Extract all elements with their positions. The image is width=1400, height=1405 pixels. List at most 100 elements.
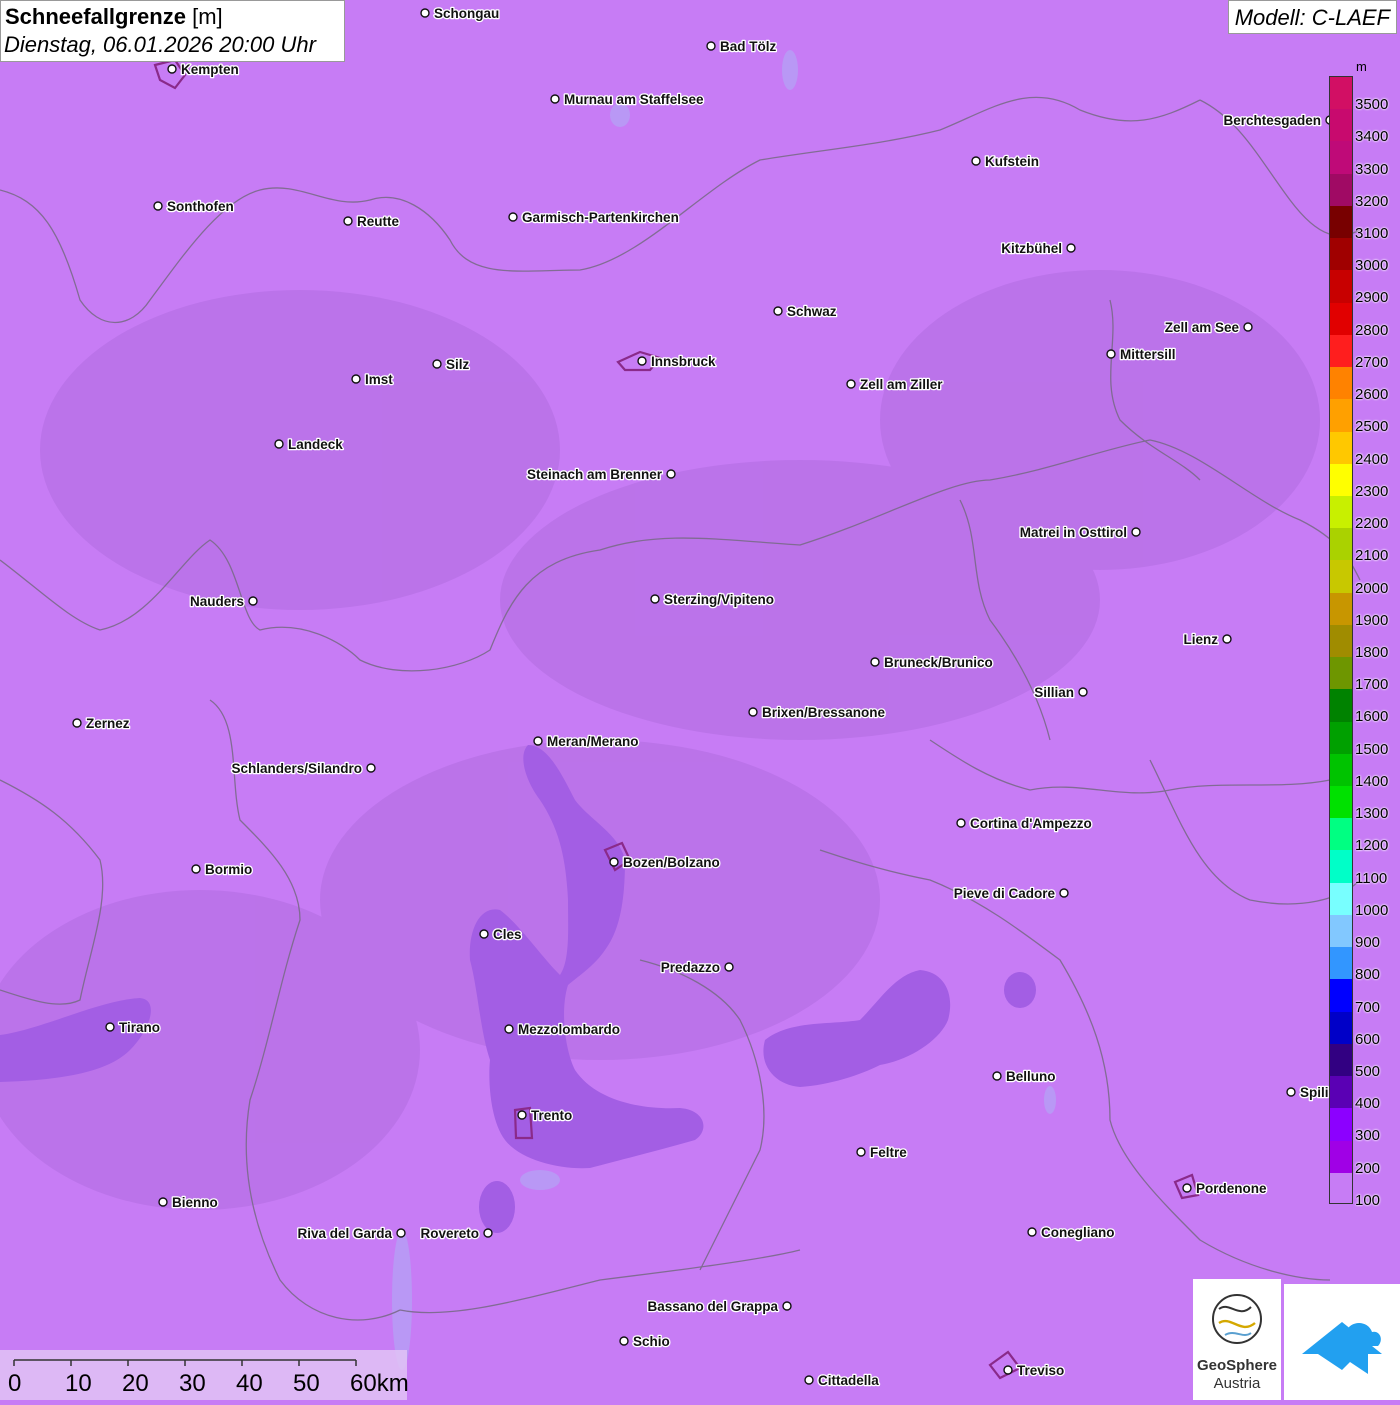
legend-label: 3300	[1355, 160, 1389, 178]
legend-label: 3400	[1355, 128, 1389, 146]
legend-label: 1500	[1355, 740, 1389, 758]
city-dot	[1286, 1087, 1296, 1097]
legend-swatch	[1330, 173, 1352, 207]
city-name: Lienz	[1183, 632, 1218, 647]
legend-swatch	[1330, 334, 1352, 368]
title-box: Schneefallgrenze [m] Dienstag, 06.01.202…	[0, 0, 345, 62]
city-dot	[432, 359, 442, 369]
city-dot	[846, 379, 856, 389]
legend-swatch	[1330, 850, 1352, 884]
city-name: Meran/Merano	[547, 734, 639, 749]
city-name: Schlanders/Silandro	[231, 761, 362, 776]
city-name: Cles	[493, 927, 522, 942]
city-dot	[343, 216, 353, 226]
model-label: Modell: C-LAEF	[1227, 0, 1397, 34]
legend-label: 2400	[1355, 450, 1389, 468]
city-marker: Bozen/Bolzano	[609, 854, 721, 871]
city-dot	[1078, 687, 1088, 697]
city-dot	[1003, 1365, 1013, 1375]
legend-label: 3000	[1355, 257, 1389, 275]
legend-swatch	[1330, 818, 1352, 851]
legend-swatch	[1330, 1043, 1352, 1077]
city-dot	[748, 707, 758, 717]
legend-unit: m	[1356, 59, 1367, 74]
city-dot	[550, 94, 560, 104]
city-name: Imst	[365, 372, 393, 387]
city-dot	[637, 356, 647, 366]
city-name: Zell am Ziller	[860, 377, 943, 392]
scale-label: 60km	[350, 1370, 409, 1397]
city-dot	[508, 212, 518, 222]
scale-label: 50	[293, 1370, 320, 1397]
city-name: Mittersill	[1120, 347, 1176, 362]
city-name: Kufstein	[985, 154, 1039, 169]
city-name: Landeck	[288, 437, 343, 452]
city-marker: Murnau am Staffelsee	[550, 91, 705, 108]
legend-swatch	[1330, 657, 1352, 690]
legend-swatch	[1330, 624, 1352, 658]
city-dot	[191, 864, 201, 874]
legend-label: 1900	[1355, 611, 1389, 629]
legend-swatch	[1330, 979, 1352, 1013]
city-name: Belluno	[1006, 1069, 1056, 1084]
legend-label: 2700	[1355, 353, 1389, 371]
legend-label: 2600	[1355, 386, 1389, 404]
city-name: Steinach am Brenner	[527, 467, 663, 482]
legend-label: 2800	[1355, 321, 1389, 339]
legend-swatch	[1330, 270, 1352, 304]
city-dot	[167, 64, 177, 74]
city-dot	[650, 594, 660, 604]
legend-label: 2100	[1355, 547, 1389, 565]
city-name: Bassano del Grappa	[647, 1299, 778, 1314]
city-name: Tirano	[119, 1020, 160, 1035]
city-marker: Sterzing/Vipiteno	[650, 591, 775, 608]
legend-label: 1200	[1355, 837, 1389, 855]
city-dot	[1131, 527, 1141, 537]
city-marker: Conegliano	[1027, 1224, 1116, 1241]
city-name: Rovereto	[420, 1226, 479, 1241]
city-dot	[992, 1071, 1002, 1081]
city-name: Cittadella	[818, 1373, 879, 1388]
city-marker: Zell am Ziller	[846, 376, 945, 393]
city-name: Trento	[531, 1108, 572, 1123]
city-name: Garmisch-Partenkirchen	[522, 210, 679, 225]
legend-colorbar	[1329, 76, 1353, 1204]
city-dot	[666, 469, 676, 479]
scale-label: 20	[122, 1370, 149, 1397]
city-name: Bruneck/Brunico	[884, 655, 993, 670]
city-dot	[609, 857, 619, 867]
city-dot	[420, 8, 430, 18]
city-dot	[706, 41, 716, 51]
city-dot	[773, 306, 783, 316]
city-marker: Riva del Garda	[296, 1225, 406, 1242]
legend-label: 800	[1355, 966, 1381, 984]
color-legend: m 3500 3400 3300 3200 3100 3000 2900 2800 2700 26…	[1326, 56, 1400, 1209]
legend-swatch	[1330, 1172, 1352, 1203]
city-dot	[870, 657, 880, 667]
city-name: Murnau am Staffelsee	[564, 92, 704, 107]
scale-label: 40	[236, 1370, 263, 1397]
legend-label: 300	[1355, 1127, 1381, 1145]
city-marker: Mezzolombardo	[504, 1021, 621, 1038]
legend-label: 1700	[1355, 676, 1389, 694]
legend-swatch	[1330, 882, 1352, 916]
city-dot	[274, 439, 284, 449]
city-dot	[619, 1336, 629, 1346]
city-dot	[396, 1228, 406, 1238]
city-marker: Berchtesgaden	[1222, 112, 1335, 129]
city-name: Treviso	[1017, 1363, 1064, 1378]
city-marker: Steinach am Brenner	[526, 466, 676, 483]
city-dot	[971, 156, 981, 166]
legend-swatch	[1330, 431, 1352, 465]
map-canvas[interactable]: Schongau Bad Tölz Kempten Murnau am Staffel…	[0, 0, 1400, 1400]
legend-swatch	[1330, 1140, 1352, 1174]
city-marker: Meran/Merano	[533, 733, 640, 750]
legend-label: 3200	[1355, 192, 1389, 210]
city-marker: Brixen/Bressanone	[748, 704, 887, 721]
city-dot	[153, 201, 163, 211]
city-name: Bozen/Bolzano	[623, 855, 720, 870]
legend-swatch	[1330, 238, 1352, 271]
legend-label: 900	[1355, 934, 1381, 952]
legend-label: 2200	[1355, 515, 1389, 533]
geosphere-name: GeoSphere	[1196, 1357, 1278, 1374]
